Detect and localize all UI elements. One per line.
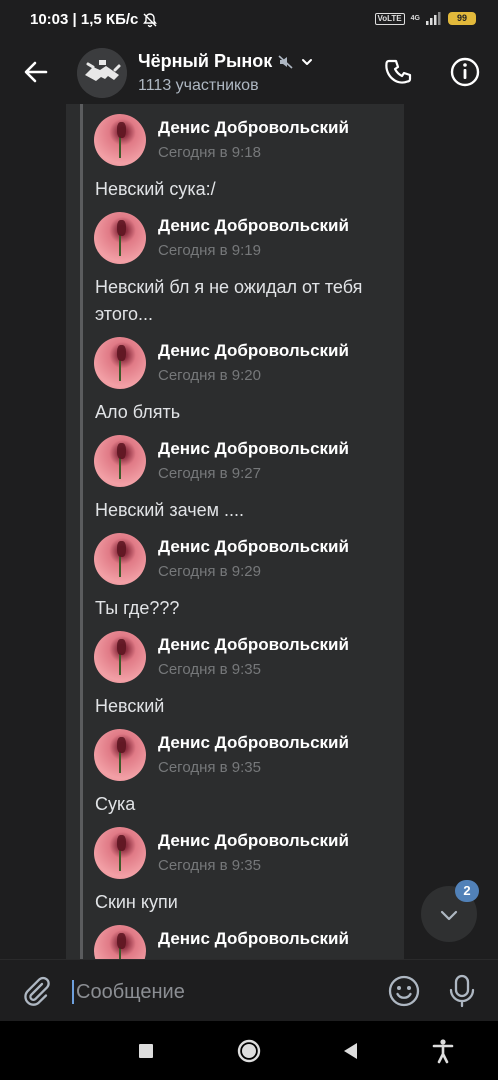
author-name[interactable]: Денис Добровольский [158, 216, 349, 236]
message-time: Сегодня в 9:35 [158, 857, 261, 874]
message-input[interactable] [74, 976, 378, 1008]
message-composer [0, 959, 498, 1022]
author-name[interactable]: Денис Добровольский [158, 929, 349, 949]
info-icon[interactable] [449, 56, 481, 88]
message-text: Ало блять [95, 402, 181, 422]
status-time-speed: 10:03 | 1,5 КБ/с [30, 11, 139, 28]
home-circle-icon[interactable] [234, 1036, 264, 1066]
status-bar: 10:03 | 1,5 КБ/с VoLTE 4G 99 [0, 0, 498, 42]
chat-title[interactable]: Чёрный Рынок [138, 51, 314, 72]
system-navigation-bar [0, 1021, 498, 1080]
handshake-logo-icon [77, 48, 127, 98]
network-type: 4G [410, 14, 420, 22]
author-avatar[interactable] [94, 114, 146, 166]
author-avatar[interactable] [94, 631, 146, 683]
message-text: Сука [95, 794, 136, 814]
phone-icon[interactable] [383, 56, 415, 88]
author-avatar[interactable] [94, 435, 146, 487]
message-time: Сегодня в 9:29 [158, 563, 261, 580]
author-name[interactable]: Денис Добровольский [158, 831, 349, 851]
chat-title-text: Чёрный Рынок [138, 51, 273, 71]
emoji-icon[interactable] [387, 974, 421, 1008]
author-avatar[interactable] [94, 729, 146, 781]
chat-subtitle: 1113 участников [138, 77, 259, 94]
mute-bell-icon [143, 13, 157, 28]
message-text: Невский бл я не ожидал от тебя этого... [95, 277, 363, 324]
message-time: Сегодня в 9:27 [158, 465, 261, 482]
author-avatar[interactable] [94, 212, 146, 264]
signal-icon [426, 12, 441, 25]
message-text: Невский сука:/ [95, 179, 216, 199]
message-list[interactable]: Денис Добровольский Сегодня в 9:18 Невск… [0, 104, 498, 959]
message-time: Сегодня в 9:35 [158, 661, 261, 678]
author-name[interactable]: Денис Добровольский [158, 635, 349, 655]
back-triangle-icon[interactable] [336, 1036, 366, 1066]
author-avatar[interactable] [94, 827, 146, 879]
forward-quote-bar [80, 104, 83, 959]
message-text: Ты где??? [95, 598, 180, 618]
accessibility-icon[interactable] [428, 1036, 458, 1066]
chat-header: Чёрный Рынок 1113 участников [0, 42, 498, 104]
chevron-down-icon [440, 910, 458, 921]
author-name[interactable]: Денис Добровольский [158, 439, 349, 459]
author-name[interactable]: Денис Добровольский [158, 733, 349, 753]
recent-apps-square-icon[interactable] [131, 1036, 161, 1066]
author-name[interactable]: Денис Добровольский [158, 537, 349, 557]
message-time: Сегодня в 9:19 [158, 242, 261, 259]
author-avatar[interactable] [94, 533, 146, 585]
author-name[interactable]: Денис Добровольский [158, 118, 349, 138]
message-time: Сегодня в 9:35 [158, 759, 261, 776]
message-text: Невский зачем .... [95, 500, 244, 520]
volte-badge: VoLTE [374, 12, 405, 25]
author-avatar[interactable] [94, 337, 146, 389]
message-text: Скин купи [95, 892, 178, 912]
back-arrow-icon[interactable] [20, 56, 52, 88]
group-avatar[interactable] [77, 48, 127, 98]
message-time: Сегодня в 9:18 [158, 144, 261, 161]
microphone-icon[interactable] [447, 973, 477, 1009]
message-time: Сегодня в 9:20 [158, 367, 261, 384]
battery-indicator: 99 [448, 12, 476, 25]
muted-speaker-icon [278, 54, 293, 69]
message-text: Невский [95, 696, 165, 716]
attach-paperclip-icon[interactable] [20, 974, 52, 1006]
chevron-down-icon[interactable] [300, 55, 314, 69]
unread-count-badge: 2 [455, 880, 479, 902]
author-name[interactable]: Денис Добровольский [158, 341, 349, 361]
